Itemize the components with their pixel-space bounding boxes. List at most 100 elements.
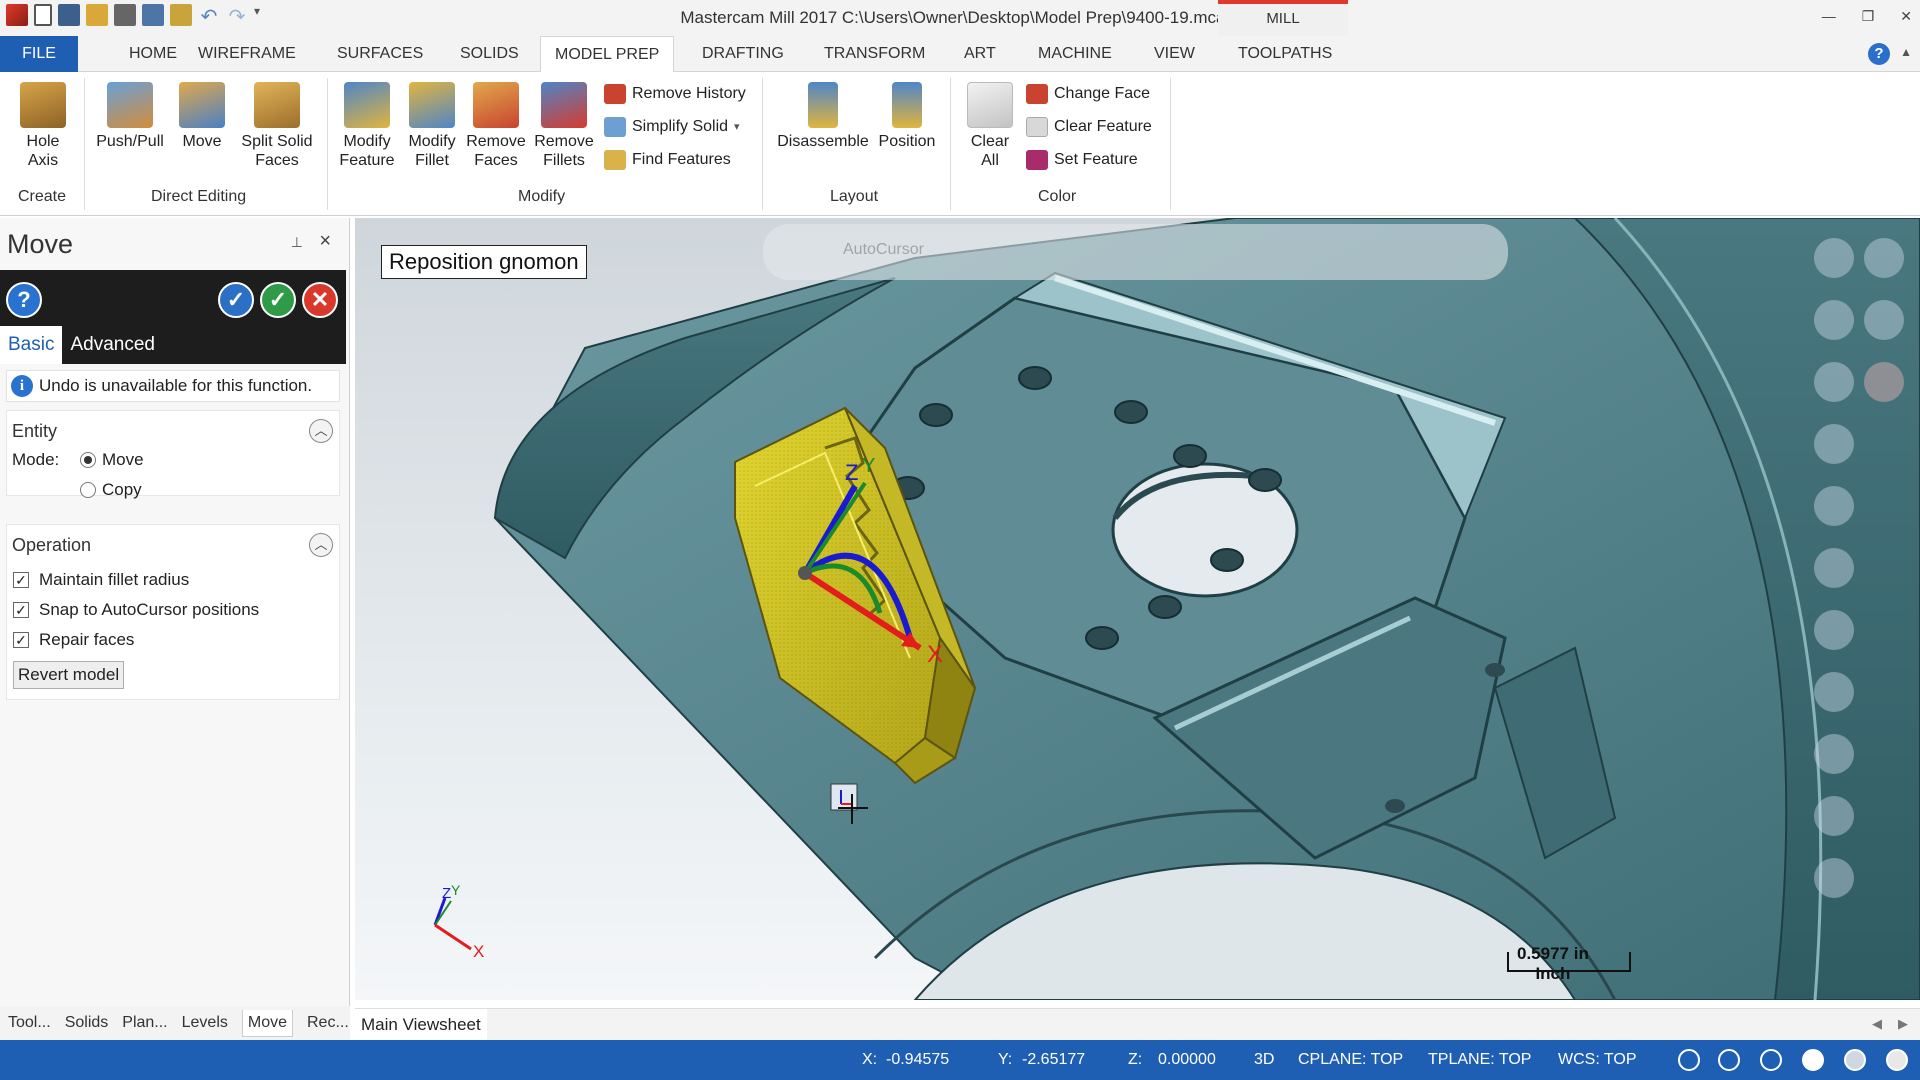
help-icon[interactable]: ? [1868, 43, 1890, 65]
hole-axis-button[interactable]: Hole Axis [14, 82, 72, 170]
toolbar-button[interactable] [1864, 300, 1904, 340]
wcs-selector[interactable]: WCS: TOP [1558, 1051, 1637, 1069]
tab-main-viewsheet[interactable]: Main Viewsheet [355, 1009, 487, 1041]
toolbar-button[interactable] [1814, 734, 1854, 774]
tab-wireframe[interactable]: WIREFRAME [184, 36, 310, 72]
shaded-edges-display-icon[interactable] [1802, 1049, 1824, 1071]
tab-recent-manager[interactable]: Rec... [307, 1014, 349, 1032]
remove-fillets-button[interactable]: Remove Fillets [532, 82, 596, 170]
operation-section-header[interactable]: Operation ︿ [7, 525, 339, 565]
tab-advanced[interactable]: Advanced [62, 326, 163, 364]
clear-feature-icon [1026, 117, 1048, 137]
tab-solids[interactable]: SOLIDS [446, 36, 533, 72]
tab-levels-manager[interactable]: Levels [182, 1014, 228, 1032]
shaded-display-icon[interactable] [1760, 1049, 1782, 1071]
remove-faces-button[interactable]: Remove Faces [464, 82, 528, 170]
split-solid-faces-button[interactable]: Split Solid Faces [234, 82, 320, 170]
toolbar-button[interactable] [1814, 858, 1854, 898]
close-icon[interactable]: ✕ [1900, 8, 1912, 25]
change-face-button[interactable]: Change Face [1026, 80, 1150, 108]
tab-transform[interactable]: TRANSFORM [810, 36, 939, 72]
ok-button[interactable]: ✓ [260, 282, 296, 318]
tab-file[interactable]: FILE [0, 36, 78, 72]
restore-icon[interactable]: ❐ [1862, 8, 1875, 25]
modify-feature-button[interactable]: Modify Feature [334, 82, 400, 170]
collapse-ribbon-icon[interactable]: ▲ [1900, 45, 1912, 59]
maintain-fillet-checkbox[interactable]: ✓ [13, 572, 29, 588]
mode-move-radio[interactable] [80, 452, 96, 468]
disassemble-button[interactable]: Disassemble [774, 82, 872, 151]
chevron-left-icon[interactable]: ◀ [1872, 1016, 1882, 1032]
toolbar-button[interactable] [1864, 238, 1904, 278]
window-controls: — ❐ ✕ [1822, 8, 1912, 25]
graphics-viewport[interactable]: Z Y X Z Y X AutoCursor Reposition gnomon… [355, 218, 1920, 1000]
toolbar-button[interactable] [1814, 300, 1854, 340]
material-display-icon[interactable] [1844, 1049, 1866, 1071]
snap-autocursor-checkbox[interactable]: ✓ [13, 602, 29, 618]
x-coordinate: -0.94575 [886, 1051, 950, 1068]
panel-subtabs: Basic Advanced [0, 326, 163, 364]
toolbar-button[interactable] [1814, 486, 1854, 526]
tab-move-manager[interactable]: Move [241, 1009, 293, 1037]
translucency-icon[interactable] [1886, 1049, 1908, 1071]
tab-toolpaths-manager[interactable]: Tool... [8, 1014, 51, 1032]
tab-solids-manager[interactable]: Solids [65, 1014, 109, 1032]
toolbar-button[interactable] [1814, 362, 1854, 402]
ok-and-create-new-button[interactable]: ✓ [218, 282, 254, 318]
tab-view[interactable]: VIEW [1140, 36, 1209, 72]
chevron-down-icon[interactable]: ▾ [734, 113, 740, 141]
tab-art[interactable]: ART [950, 36, 1010, 72]
clear-feature-button[interactable]: Clear Feature [1026, 113, 1152, 141]
autocursor-label[interactable]: AutoCursor [843, 241, 924, 259]
view-mode-toggle[interactable]: 3D [1254, 1051, 1274, 1069]
tab-toolpaths[interactable]: TOOLPATHS [1224, 36, 1346, 72]
cancel-button[interactable]: ✕ [302, 282, 338, 318]
modify-fillet-button[interactable]: Modify Fillet [402, 82, 462, 170]
tab-home[interactable]: HOME [115, 36, 191, 72]
entity-section-header[interactable]: Entity ︿ [7, 411, 339, 451]
tab-basic[interactable]: Basic [0, 326, 63, 364]
pin-icon[interactable]: ⊥ [291, 234, 303, 251]
revert-model-button[interactable]: Revert model [13, 661, 125, 689]
context-tab-mill[interactable]: MILL [1218, 0, 1348, 36]
tab-planes-manager[interactable]: Plan... [122, 1014, 167, 1032]
minimize-icon[interactable]: — [1822, 8, 1836, 25]
tplane-selector[interactable]: TPLANE: TOP [1428, 1051, 1531, 1069]
toolbar-button[interactable] [1814, 672, 1854, 712]
cplane-selector[interactable]: CPLANE: TOP [1298, 1051, 1403, 1069]
clear-all-icon [967, 82, 1013, 128]
hidden-line-display-icon[interactable] [1718, 1049, 1740, 1071]
wireframe-display-icon[interactable] [1678, 1049, 1700, 1071]
chevron-up-icon[interactable]: ︿ [309, 533, 333, 557]
clear-all-button[interactable]: Clear All [962, 82, 1018, 170]
move-button[interactable]: Move [176, 82, 228, 151]
remove-history-button[interactable]: Remove History [604, 80, 746, 108]
selection-toolbar[interactable]: AutoCursor [763, 224, 1508, 280]
set-feature-button[interactable]: Set Feature [1026, 146, 1138, 174]
group-label-create: Create [18, 188, 67, 205]
toolbar-button[interactable] [1814, 424, 1854, 464]
simplify-solid-button[interactable]: Simplify Solid ▾ [604, 113, 740, 141]
tab-machine[interactable]: MACHINE [1024, 36, 1126, 72]
tab-drafting[interactable]: DRAFTING [688, 36, 798, 72]
chevron-up-icon[interactable]: ︿ [309, 419, 333, 443]
toolbar-button[interactable] [1864, 362, 1904, 402]
mode-copy-radio[interactable] [80, 482, 96, 498]
remove-fillets-icon [541, 82, 587, 128]
toolbar-button[interactable] [1814, 610, 1854, 650]
toolbar-button[interactable] [1814, 238, 1854, 278]
repair-faces-checkbox[interactable]: ✓ [13, 632, 29, 648]
tab-model-prep[interactable]: MODEL PREP [540, 36, 675, 73]
find-features-button[interactable]: Find Features [604, 146, 731, 174]
chevron-right-icon[interactable]: ▶ [1898, 1016, 1908, 1032]
tab-surfaces[interactable]: SURFACES [323, 36, 437, 72]
z-coordinate: 0.00000 [1158, 1051, 1216, 1068]
position-button[interactable]: Position [874, 82, 940, 151]
entity-section: Entity ︿ Mode: Move Copy [6, 410, 340, 499]
help-icon[interactable]: ? [6, 282, 42, 318]
toolbar-button[interactable] [1814, 796, 1854, 836]
close-icon[interactable]: × [319, 230, 331, 253]
push-pull-button[interactable]: Push/Pull [92, 82, 168, 151]
toolbar-button[interactable] [1814, 548, 1854, 588]
tooltip: Reposition gnomon [381, 245, 587, 279]
